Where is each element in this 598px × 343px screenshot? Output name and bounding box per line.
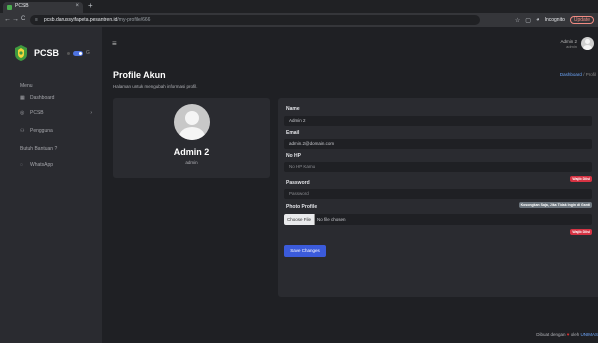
name-field[interactable]: Admin 2 bbox=[284, 116, 592, 126]
favicon-icon bbox=[7, 5, 12, 10]
browser-toolbar: ← → C ≡ pcsb.darussyifapeta.pesantren.id… bbox=[0, 13, 598, 27]
top-navbar: ≡ Admin 2 admin bbox=[102, 27, 598, 57]
profile-card: Admin 2 admin bbox=[113, 98, 270, 178]
star-icon[interactable]: ☆ bbox=[515, 17, 520, 24]
theme-switcher[interactable]: G bbox=[67, 50, 90, 56]
email-label: Email bbox=[286, 130, 300, 136]
user-info: Admin 2 admin bbox=[560, 39, 577, 49]
phone-field[interactable]: No HP Kamu bbox=[284, 162, 592, 172]
breadcrumb-current: Profil bbox=[585, 72, 596, 77]
footer-by: oleh bbox=[570, 332, 580, 337]
main-content: ≡ Admin 2 admin Profile Akun Halaman unt… bbox=[102, 27, 598, 343]
incognito-label: Incognito bbox=[544, 17, 565, 23]
breadcrumb-separator: / bbox=[583, 72, 585, 77]
logo-icon bbox=[15, 45, 27, 61]
name-label: Name bbox=[286, 106, 300, 112]
brand[interactable]: PCSB G bbox=[14, 45, 90, 61]
url-path: /my-profile/666 bbox=[117, 17, 151, 23]
email-field[interactable]: admin.2@domain.com bbox=[284, 139, 592, 149]
tab-search-icon[interactable]: ▢ bbox=[525, 17, 531, 24]
photo-file-input[interactable]: Choose File No file chosen bbox=[284, 214, 592, 225]
whatsapp-icon: ◌ bbox=[20, 162, 23, 168]
photo-label: Photo Profile bbox=[286, 204, 318, 210]
web-page: PCSB G Menu ▦ Dashboard ◎ PCSB › ⚇ Pengg… bbox=[0, 27, 598, 343]
sidebar-collapse-icon[interactable]: G bbox=[86, 50, 90, 56]
page-title: Profile Akun bbox=[113, 70, 166, 80]
photo-required-badge: Wajib Diisi bbox=[570, 229, 592, 235]
sidebar-item-pcsb[interactable]: ◎ PCSB › bbox=[20, 110, 92, 116]
user-name: Admin 2 bbox=[560, 38, 577, 44]
footer-prefix: Dibuat dengan bbox=[536, 332, 566, 337]
sidebar-item-label: WhatsApp bbox=[30, 162, 54, 168]
password-field[interactable]: Password bbox=[284, 189, 592, 199]
toolbar-actions: ☆ ▢ ◕ Incognito Update bbox=[515, 14, 594, 26]
sidebar-item-whatsapp[interactable]: ◌ WhatsApp bbox=[20, 162, 92, 168]
incognito-icon: ◕ bbox=[535, 17, 540, 23]
address-bar[interactable]: ≡ pcsb.darussyifapeta.pesantren.id/my-pr… bbox=[30, 15, 480, 25]
sidebar-item-label: Pengguna bbox=[30, 128, 53, 134]
chevron-right-icon: › bbox=[90, 110, 92, 116]
phone-label: No HP bbox=[286, 153, 301, 159]
dot-icon bbox=[67, 51, 71, 55]
sidebar-item-label: Butuh Bantuan ? bbox=[20, 146, 58, 152]
profile-name: Admin 2 bbox=[173, 147, 210, 157]
url-host: pcsb.darussyifapeta.pesantren.id bbox=[44, 17, 118, 23]
menu-title: Menu bbox=[20, 83, 33, 89]
sidebar-section-help: Butuh Bantuan ? bbox=[20, 146, 92, 152]
heart-icon: ♥ bbox=[566, 332, 570, 337]
password-required-badge: Wajib Diisi bbox=[570, 176, 592, 182]
user-menu[interactable]: Admin 2 admin bbox=[560, 37, 594, 50]
tab-strip: PCSB × + bbox=[0, 0, 598, 13]
profile-avatar bbox=[174, 104, 210, 140]
update-button[interactable]: Update bbox=[569, 16, 594, 24]
photo-hint-badge: Kosongkan Saja, Jika Tidak Ingin di Gant… bbox=[518, 202, 592, 208]
sidebar-item-pengguna[interactable]: ⚇ Pengguna bbox=[20, 128, 92, 134]
avatar[interactable] bbox=[581, 37, 594, 50]
footer-brand-link[interactable]: UNIMAS bbox=[580, 332, 598, 337]
tune-icon: ≡ bbox=[35, 17, 38, 23]
close-tab-icon[interactable]: × bbox=[75, 3, 79, 9]
sidebar-item-label: PCSB bbox=[30, 110, 44, 116]
profile-form-card: Name Admin 2 Email admin.2@domain.com No… bbox=[278, 98, 598, 297]
users-icon: ⚇ bbox=[20, 128, 25, 134]
grid-icon: ▦ bbox=[20, 95, 25, 101]
sidebar-item-dashboard[interactable]: ▦ Dashboard bbox=[20, 95, 92, 101]
save-changes-button[interactable]: Save Changes bbox=[284, 245, 326, 257]
new-tab-icon[interactable]: + bbox=[88, 1, 93, 11]
page-subtitle: Halaman untuk mengubah informasi profil. bbox=[113, 84, 198, 89]
url-text: pcsb.darussyifapeta.pesantren.id/my-prof… bbox=[44, 17, 150, 23]
forward-icon[interactable]: → bbox=[12, 14, 19, 25]
profile-role: admin bbox=[185, 160, 198, 165]
user-role: admin bbox=[566, 43, 577, 49]
browser-window: PCSB × + ← → C ≡ pcsb.darussyifapeta.pes… bbox=[0, 0, 598, 343]
choose-file-button[interactable]: Choose File bbox=[284, 214, 316, 225]
breadcrumb: Dashboard / Profil bbox=[560, 72, 596, 77]
circle-icon: ◎ bbox=[20, 110, 25, 116]
breadcrumb-dashboard-link[interactable]: Dashboard bbox=[560, 72, 582, 77]
brand-name: PCSB bbox=[34, 48, 60, 58]
file-status: No file chosen bbox=[317, 217, 346, 222]
theme-toggle[interactable] bbox=[73, 50, 84, 56]
menu-toggle-icon[interactable]: ≡ bbox=[112, 40, 117, 48]
sidebar-item-label: Dashboard bbox=[30, 95, 55, 101]
password-label: Password bbox=[286, 180, 310, 186]
reload-icon[interactable]: C bbox=[21, 14, 25, 25]
sidebar: PCSB G Menu ▦ Dashboard ◎ PCSB › ⚇ Pengg… bbox=[0, 27, 102, 343]
browser-tab[interactable]: PCSB × bbox=[3, 2, 83, 13]
tab-title: PCSB bbox=[15, 3, 29, 9]
footer: Dibuat dengan ♥ oleh UNIMAS bbox=[536, 332, 598, 337]
back-icon[interactable]: ← bbox=[4, 14, 11, 25]
